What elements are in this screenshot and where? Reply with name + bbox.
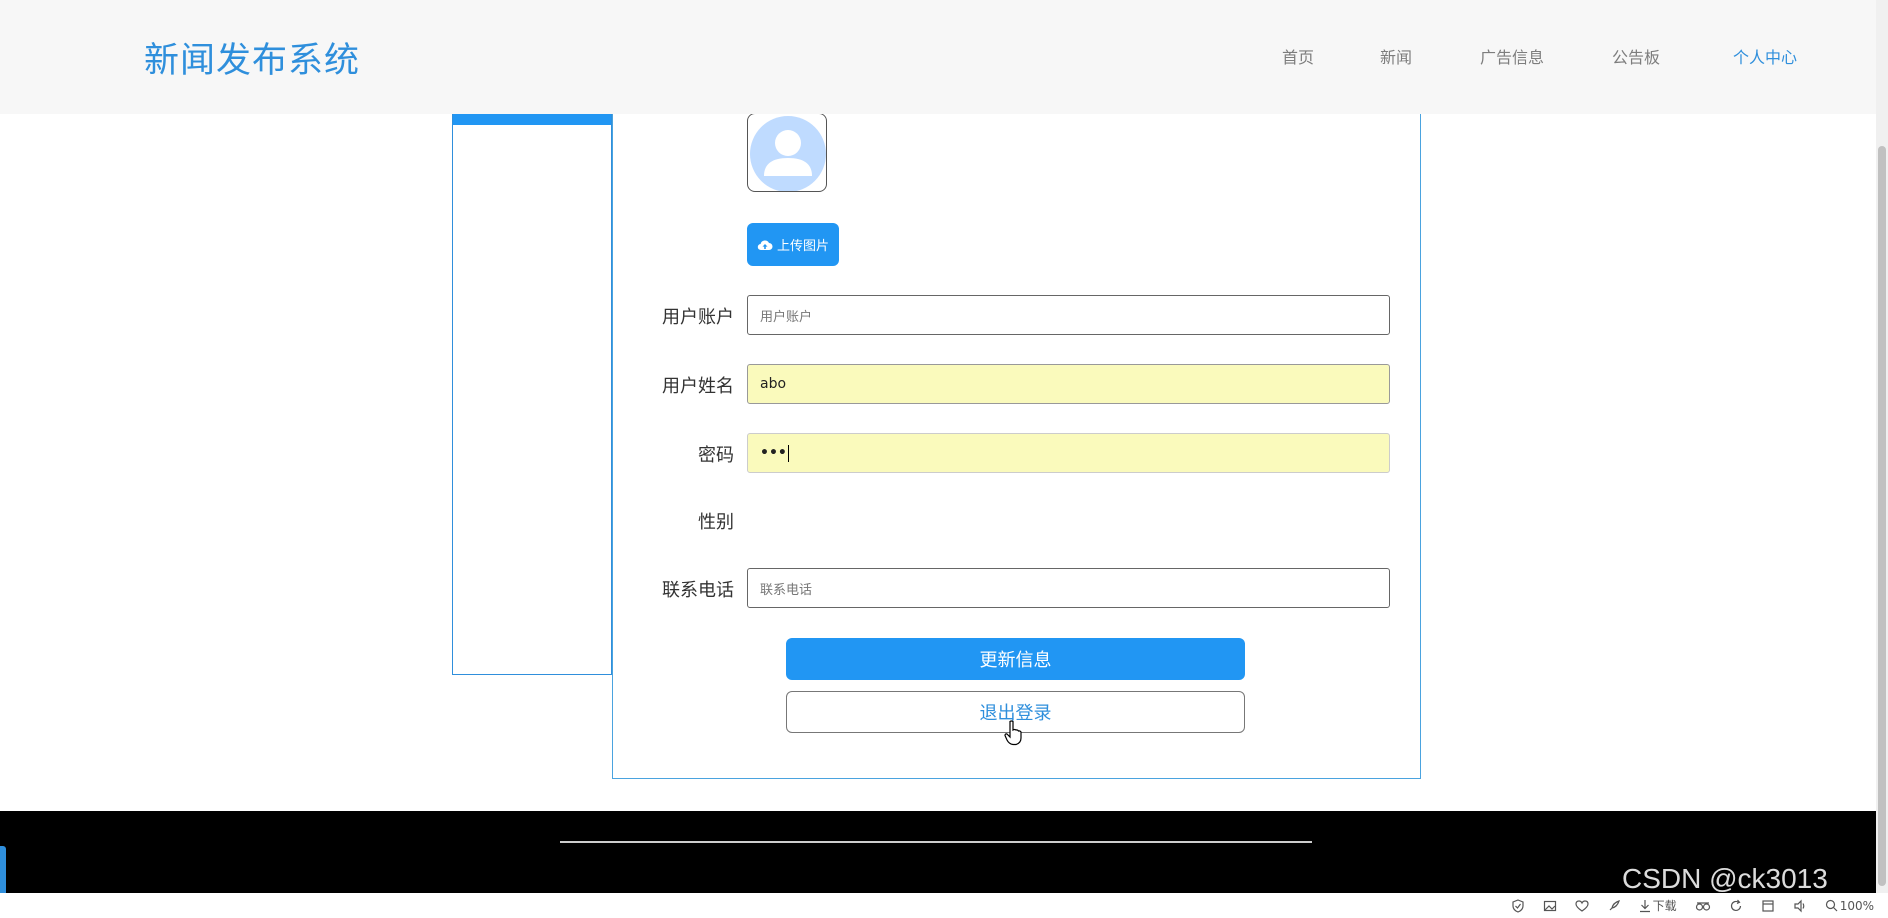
name-value: abo bbox=[760, 376, 787, 392]
refresh-icon[interactable] bbox=[1729, 899, 1743, 913]
top-header: 新闻发布系统 首页 新闻 广告信息 公告板 个人中心 bbox=[0, 0, 1876, 114]
rocket-icon[interactable] bbox=[1607, 899, 1621, 913]
nav-profile[interactable]: 个人中心 bbox=[1733, 44, 1797, 68]
name-input[interactable]: abo bbox=[747, 364, 1390, 404]
window-icon[interactable] bbox=[1761, 899, 1775, 913]
zoom-control[interactable]: 100% bbox=[1825, 899, 1874, 913]
upload-image-button[interactable]: 上传图片 bbox=[747, 223, 839, 266]
account-input[interactable]: 用户账户 bbox=[747, 295, 1390, 335]
shield-icon[interactable] bbox=[1511, 898, 1525, 913]
account-label: 用户账户 bbox=[662, 307, 734, 328]
phone-input[interactable]: 联系电话 bbox=[747, 568, 1390, 608]
user-avatar-icon bbox=[750, 116, 826, 191]
watermark: CSDN @ck3013 bbox=[1622, 863, 1828, 894]
image-icon[interactable] bbox=[1543, 899, 1557, 913]
page-footer bbox=[0, 811, 1876, 893]
avatar bbox=[747, 113, 827, 192]
zoom-level: 100% bbox=[1839, 898, 1874, 913]
nav-bulletin[interactable]: 公告板 bbox=[1612, 44, 1660, 68]
password-label: 密码 bbox=[698, 445, 734, 466]
update-info-label: 更新信息 bbox=[979, 650, 1052, 671]
browser-status-bar: 下载 100% bbox=[0, 893, 1888, 918]
account-placeholder: 用户账户 bbox=[760, 309, 813, 325]
update-info-button[interactable]: 更新信息 bbox=[786, 638, 1245, 680]
heart-icon[interactable] bbox=[1575, 899, 1589, 913]
magnifier-icon bbox=[1825, 899, 1838, 912]
vertical-scrollbar[interactable] bbox=[1876, 0, 1888, 894]
phone-label: 联系电话 bbox=[662, 580, 734, 601]
phone-placeholder: 联系电话 bbox=[760, 582, 813, 598]
cloud-upload-icon bbox=[757, 240, 773, 250]
download-icon bbox=[1639, 899, 1650, 912]
nav-home[interactable]: 首页 bbox=[1282, 44, 1314, 68]
nav-ads[interactable]: 广告信息 bbox=[1480, 44, 1544, 68]
speaker-icon[interactable] bbox=[1793, 899, 1807, 913]
name-label: 用户姓名 bbox=[662, 376, 734, 397]
text-caret bbox=[787, 444, 789, 462]
upload-image-label: 上传图片 bbox=[776, 239, 829, 254]
hand-cursor-icon bbox=[1004, 720, 1022, 746]
side-float-tab[interactable] bbox=[0, 846, 6, 898]
footer-divider bbox=[560, 841, 1312, 843]
sidebar-panel bbox=[452, 96, 612, 675]
nav-news[interactable]: 新闻 bbox=[1380, 44, 1412, 68]
scrollbar-thumb[interactable] bbox=[1878, 146, 1886, 886]
password-input[interactable]: ••• bbox=[747, 433, 1390, 473]
password-value: ••• bbox=[760, 445, 787, 461]
site-title[interactable]: 新闻发布系统 bbox=[144, 32, 360, 83]
download-button[interactable]: 下载 bbox=[1639, 897, 1677, 914]
download-label: 下载 bbox=[1652, 899, 1677, 913]
gender-label: 性别 bbox=[698, 512, 734, 533]
sidebar-active-bar[interactable] bbox=[453, 114, 611, 125]
glasses-icon[interactable] bbox=[1695, 899, 1711, 913]
